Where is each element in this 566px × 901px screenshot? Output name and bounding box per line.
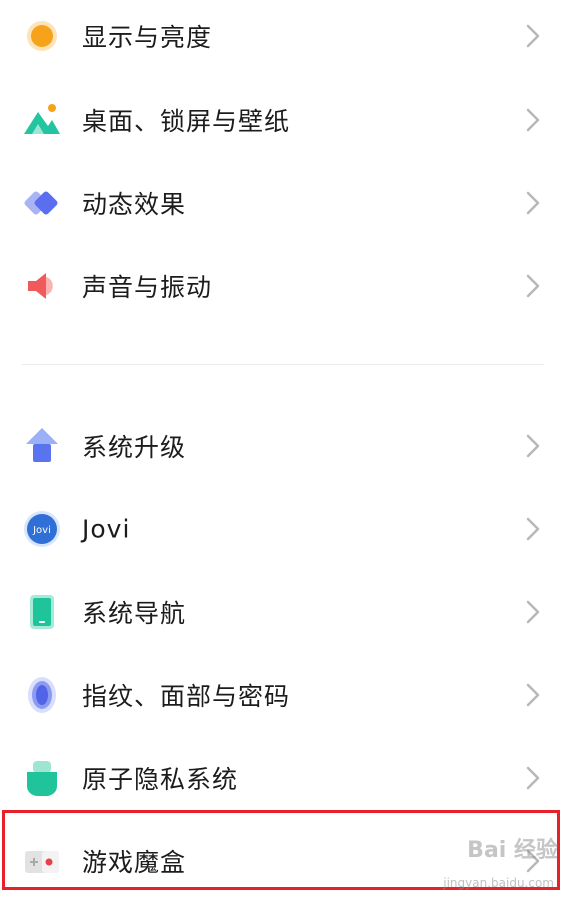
settings-item-dynamic-effects[interactable]: 动态效果 — [0, 163, 566, 243]
section-divider — [22, 364, 544, 365]
settings-item-system-upgrade[interactable]: 系统升级 — [0, 406, 566, 486]
game-box-icon — [22, 841, 62, 881]
chevron-right-icon — [526, 517, 540, 541]
settings-item-label: 显示与亮度 — [82, 23, 213, 52]
settings-item-label: 原子隐私系统 — [82, 765, 239, 794]
atom-privacy-icon — [22, 758, 62, 798]
chevron-right-icon — [526, 191, 540, 215]
chevron-right-icon — [526, 24, 540, 48]
settings-item-sound-vibration[interactable]: 声音与振动 — [0, 246, 566, 326]
settings-item-atom-privacy[interactable]: 原子隐私系统 — [0, 738, 566, 818]
settings-item-label: Jovi — [82, 514, 131, 544]
settings-item-jovi[interactable]: Jovi Jovi — [0, 489, 566, 569]
wallpaper-icon — [22, 100, 62, 140]
settings-item-wallpaper[interactable]: 桌面、锁屏与壁纸 — [0, 80, 566, 160]
settings-item-game-box[interactable]: 游戏魔盒 — [0, 821, 566, 901]
chevron-right-icon — [526, 108, 540, 132]
settings-item-label: 声音与振动 — [82, 273, 213, 302]
display-brightness-icon — [22, 16, 62, 56]
fingerprint-icon — [22, 675, 62, 715]
chevron-right-icon — [526, 274, 540, 298]
jovi-icon-text: Jovi — [32, 525, 51, 536]
settings-item-label: 游戏魔盒 — [82, 848, 187, 877]
settings-item-label: 桌面、锁屏与壁纸 — [82, 107, 291, 136]
system-upgrade-icon — [22, 426, 62, 466]
chevron-right-icon — [526, 849, 540, 873]
settings-item-fingerprint[interactable]: 指纹、面部与密码 — [0, 655, 566, 735]
chevron-right-icon — [526, 766, 540, 790]
settings-item-label: 动态效果 — [82, 190, 187, 219]
dynamic-effects-icon — [22, 183, 62, 223]
settings-item-system-navigation[interactable]: 系统导航 — [0, 572, 566, 652]
chevron-right-icon — [526, 434, 540, 458]
chevron-right-icon — [526, 600, 540, 624]
settings-item-display-brightness[interactable]: 显示与亮度 — [0, 0, 566, 76]
settings-item-label: 指纹、面部与密码 — [82, 682, 291, 711]
system-navigation-icon — [22, 592, 62, 632]
settings-item-label: 系统升级 — [82, 433, 187, 462]
chevron-right-icon — [526, 683, 540, 707]
jovi-icon: Jovi — [22, 509, 62, 549]
settings-item-label: 系统导航 — [82, 599, 187, 628]
sound-vibration-icon — [22, 266, 62, 306]
